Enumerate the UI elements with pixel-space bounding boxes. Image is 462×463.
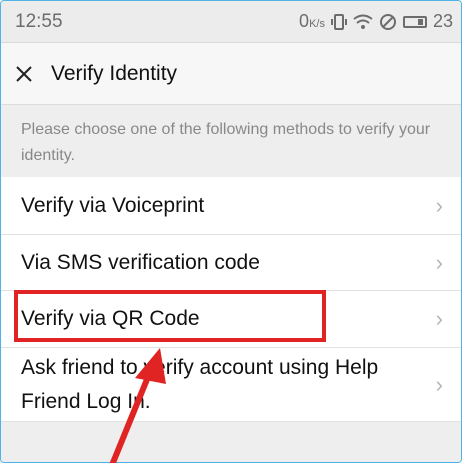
verification-method-list: Verify via Voiceprint › Via SMS verifica… [1,177,461,422]
status-time: 12:55 [15,10,63,32]
method-label: Ask friend to verify account using Help … [21,355,379,413]
chevron-right-icon: › [435,249,443,275]
network-speed-value: 0 [299,11,310,31]
wifi-icon [353,14,373,30]
battery-icon [402,15,427,28]
page-title: Verify Identity [51,61,178,85]
instructions-text: Please choose one of the following metho… [1,105,461,177]
method-voiceprint[interactable]: Verify via Voiceprint › [1,177,461,235]
network-speed: 0K/s [299,11,325,32]
method-qr-code[interactable]: Verify via QR Code › [1,291,461,348]
chevron-right-icon: › [435,371,443,397]
vibrate-icon [330,13,347,31]
method-help-friend[interactable]: Ask friend to verify account using Help … [1,348,461,422]
phone-screen: 12:55 0K/s 23 Verify Identity Please cho… [0,0,462,463]
method-label: Verify via QR Code [21,307,200,330]
empty-area [1,422,461,462]
do-not-disturb-icon [379,13,397,31]
network-speed-unit: K/s [309,18,325,30]
page-header: Verify Identity [1,43,461,105]
method-sms-code[interactable]: Via SMS verification code › [1,235,461,291]
method-label: Verify via Voiceprint [21,193,205,217]
close-icon[interactable] [15,65,45,83]
chevron-right-icon: › [435,192,443,218]
battery-level: 23 [432,11,453,31]
chevron-right-icon: › [435,306,443,331]
method-label: Via SMS verification code [21,250,260,274]
status-icons: 0K/s 23 [299,11,453,32]
status-bar: 12:55 0K/s 23 [1,1,461,43]
